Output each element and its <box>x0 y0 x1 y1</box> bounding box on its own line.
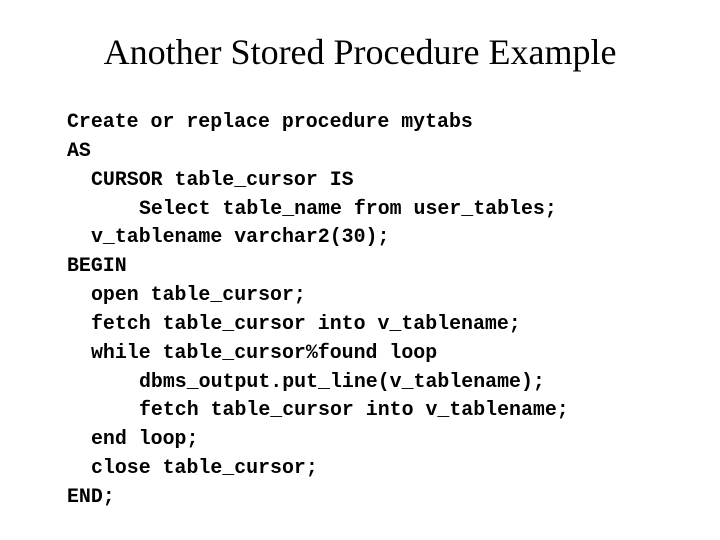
code-line: Select table_name from user_tables; <box>139 196 557 220</box>
code-line: AS <box>67 138 91 162</box>
code-block: Create or replace procedure mytabs AS CU… <box>67 108 569 512</box>
code-line: dbms_output.put_line(v_tablename); <box>139 369 545 393</box>
code-line: fetch table_cursor into v_tablename; <box>139 398 569 422</box>
code-line: end loop; <box>91 427 199 451</box>
code-line: open table_cursor; <box>91 283 306 307</box>
code-line: CURSOR table_cursor IS <box>91 167 354 191</box>
code-line: while table_cursor%found loop <box>91 340 438 364</box>
slide-title: Another Stored Procedure Example <box>103 32 617 72</box>
code-line: Create or replace procedure mytabs <box>67 110 473 133</box>
code-line: v_tablename varchar2(30); <box>91 225 390 249</box>
code-line: END; <box>67 484 115 508</box>
code-line: fetch table_cursor into v_tablename; <box>91 311 521 335</box>
code-line: BEGIN <box>67 254 127 278</box>
code-line: close table_cursor; <box>91 456 318 480</box>
slide: Another Stored Procedure Example Create … <box>0 0 720 540</box>
